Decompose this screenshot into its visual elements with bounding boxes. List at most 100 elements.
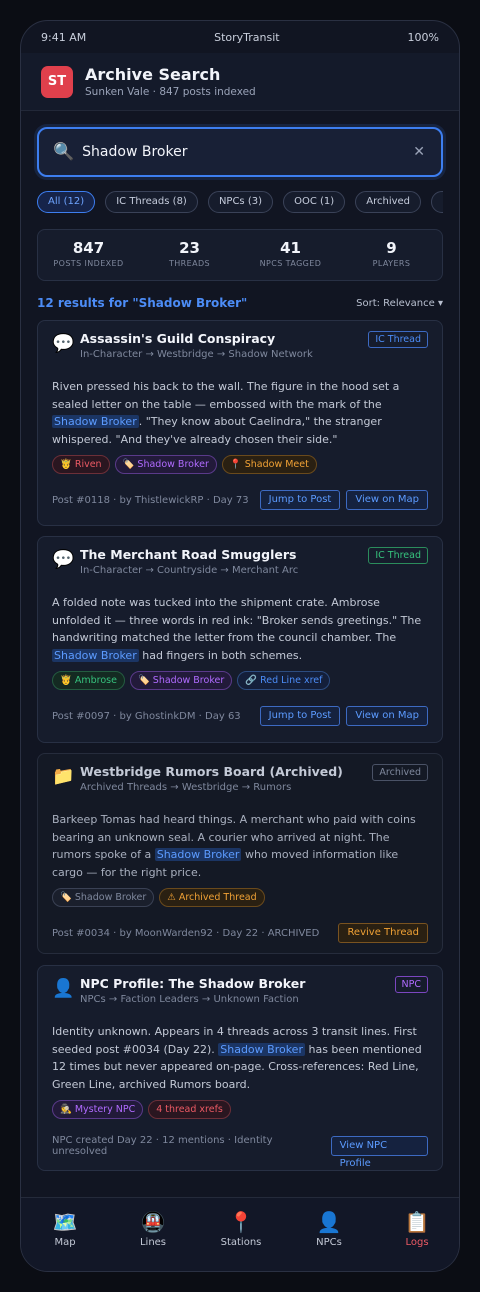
tab-label: NPCs (316, 1237, 342, 1248)
stat-value: 847 (72, 239, 105, 257)
result-card-archived[interactable]: 📁 Westbridge Rumors Board (Archived) Arc… (37, 753, 443, 954)
result-card[interactable]: 💬 The Merchant Road Smugglers In-Charact… (37, 536, 443, 743)
excerpt-text: Riven pressed his back to the wall. The … (52, 380, 400, 411)
view-on-map-button[interactable]: View on Map (346, 706, 428, 726)
post-meta: Post #0034 · by MoonWarden92 · Day 22 · … (52, 927, 320, 939)
card-title[interactable]: Westbridge Rumors Board (Archived) (80, 764, 372, 779)
status-time: 9:41 AM (41, 30, 87, 44)
person-icon: 👤 (316, 1210, 342, 1234)
clear-search-icon[interactable]: ✕ (413, 144, 425, 160)
filter-chip-npcs[interactable]: NPCs (3) (207, 191, 273, 213)
map-icon: 🗺️ (52, 1210, 78, 1234)
filter-chip-all[interactable]: All (12) (37, 191, 96, 213)
search-highlight: Shadow Broker (154, 848, 242, 861)
card-title[interactable]: Assassin's Guild Conspiracy (80, 331, 368, 346)
filter-chips: All (12) IC Threads (8) NPCs (3) OOC (1)… (37, 189, 443, 213)
tag-mystery-npc[interactable]: 🕵️ Mystery NPC (52, 1100, 144, 1119)
status-bar: 9:41 AM StoryTransit 100% (21, 21, 459, 53)
clipboard-icon: 📋 (404, 1210, 430, 1234)
card-title[interactable]: The Merchant Road Smugglers (80, 547, 368, 562)
speech-bubble-icon: 💬 (52, 333, 75, 354)
results-bar: 12 results for "Shadow Broker" Sort: Rel… (37, 293, 443, 313)
tag-list: 🏷️ Shadow Broker ⚠ Archived Thread (52, 888, 428, 907)
search-box[interactable]: 🔍 ✕ (37, 127, 443, 177)
excerpt-text: had fingers in both schemes. (138, 648, 303, 662)
phone-frame: 9:41 AM StoryTransit 100% ST Archive Sea… (20, 20, 460, 1272)
filter-chip-my-posts[interactable]: My Posts (431, 191, 443, 213)
tab-lines[interactable]: 🚇 Lines (109, 1198, 197, 1271)
tag-archived-thread[interactable]: ⚠ Archived Thread (159, 888, 265, 907)
tab-label: Map (54, 1237, 76, 1248)
stat-value: 9 (386, 239, 397, 257)
tab-logs[interactable]: 📋 Logs (373, 1198, 459, 1271)
tab-map[interactable]: 🗺️ Map (21, 1198, 109, 1271)
revive-thread-button[interactable]: Revive Thread (338, 923, 428, 943)
results-count: 12 results for "Shadow Broker" (37, 296, 248, 310)
tag-thread-xrefs[interactable]: 4 thread xrefs (148, 1100, 231, 1119)
stat-posts-indexed: 847 POSTS INDEXED (38, 230, 139, 280)
stat-label: PLAYERS (372, 259, 411, 268)
card-breadcrumb: In-Character → Countryside → Merchant Ar… (80, 565, 299, 576)
tag-list: 🕵️ Mystery NPC 4 thread xrefs (52, 1100, 428, 1119)
type-badge: Archived (372, 764, 428, 781)
stat-label: THREADS (168, 259, 211, 268)
card-breadcrumb: NPCs → Faction Leaders → Unknown Faction (80, 994, 299, 1005)
pin-icon: 📍 (228, 1210, 254, 1234)
status-app-name: StoryTransit (214, 30, 280, 44)
metro-icon: 🚇 (140, 1210, 166, 1234)
card-excerpt: A folded note was tucked into the shipme… (52, 594, 428, 664)
person-icon: 👤 (52, 978, 75, 999)
card-excerpt: Identity unknown. Appears in 4 threads a… (52, 1023, 428, 1093)
tab-stations[interactable]: 📍 Stations (197, 1198, 285, 1271)
search-highlight: Shadow Broker (52, 648, 139, 662)
filter-chip-ooc[interactable]: OOC (1) (283, 191, 346, 213)
page-subtitle: Sunken Vale · 847 posts indexed (85, 86, 256, 98)
card-breadcrumb: In-Character → Westbridge → Shadow Netwo… (80, 349, 313, 360)
search-highlight: Shadow Broker (52, 415, 139, 428)
folder-icon: 📁 (52, 766, 75, 787)
stat-label: NPCS TAGGED (259, 259, 322, 268)
bottom-tab-bar: 🗺️ Map 🚇 Lines 📍 Stations 👤 NPCs 📋 Logs (21, 1197, 459, 1271)
tab-label: Logs (405, 1237, 429, 1248)
jump-to-post-button[interactable]: Jump to Post (259, 490, 341, 510)
stat-value: 23 (179, 239, 200, 257)
result-card[interactable]: 💬 Assassin's Guild Conspiracy In-Charact… (37, 320, 443, 526)
tag-cross-reference[interactable]: 🔗 Red Line xref (237, 671, 331, 690)
tag-list: 🤴 Ambrose 🏷️ Shadow Broker 🔗 Red Line xr… (52, 671, 428, 690)
jump-to-post-button[interactable]: Jump to Post (259, 706, 341, 726)
search-icon: 🔍 (53, 142, 75, 162)
tag-character[interactable]: 🤴 Ambrose (52, 671, 125, 690)
card-breadcrumb: Archived Threads → Westbridge → Rumors (80, 782, 292, 793)
type-badge: IC Thread (368, 331, 428, 348)
tag-list: 🤴 Riven 🏷️ Shadow Broker 📍 Shadow Meet (52, 455, 428, 474)
card-excerpt: Barkeep Tomas had heard things. A mercha… (52, 811, 428, 881)
stat-label: POSTS INDEXED (53, 259, 124, 268)
tag-npc[interactable]: 🏷️ Shadow Broker (52, 888, 155, 907)
post-meta: Post #0097 · by GhostinkDM · Day 63 (52, 710, 241, 722)
stat-players: 9 PLAYERS (341, 230, 442, 280)
filter-chip-ic-threads[interactable]: IC Threads (8) (105, 191, 198, 213)
view-npc-profile-button[interactable]: View NPC Profile (330, 1136, 428, 1169)
card-excerpt: Riven pressed his back to the wall. The … (52, 378, 428, 448)
tag-npc[interactable]: 🏷️ Shadow Broker (129, 671, 233, 690)
tag-location[interactable]: 📍 Shadow Meet (221, 455, 317, 474)
result-card[interactable]: 👤 NPC Profile: The Shadow Broker NPCs → … (37, 965, 443, 1171)
tab-label: Stations (220, 1237, 262, 1248)
card-title[interactable]: NPC Profile: The Shadow Broker (80, 976, 395, 991)
tab-label: Lines (139, 1237, 167, 1248)
page-title: Archive Search (85, 65, 221, 84)
filter-chip-archived[interactable]: Archived (355, 191, 422, 213)
status-battery: 100% (407, 30, 439, 44)
view-on-map-button[interactable]: View on Map (346, 490, 428, 510)
stat-npcs-tagged: 41 NPCS TAGGED (240, 230, 341, 280)
sort-dropdown[interactable]: Sort: Relevance ▾ (356, 298, 443, 309)
tab-npcs[interactable]: 👤 NPCs (285, 1198, 373, 1271)
speech-bubble-icon: 💬 (52, 549, 75, 570)
stat-threads: 23 THREADS (139, 230, 240, 280)
type-badge: IC Thread (368, 547, 428, 564)
tag-npc[interactable]: 🏷️ Shadow Broker (114, 455, 217, 474)
tag-character[interactable]: 🤴 Riven (52, 455, 110, 474)
excerpt-text: A folded note was tucked into the shipme… (52, 596, 422, 644)
post-meta: Post #0118 · by ThistlewickRP · Day 73 (52, 494, 249, 506)
search-input[interactable] (82, 144, 414, 160)
